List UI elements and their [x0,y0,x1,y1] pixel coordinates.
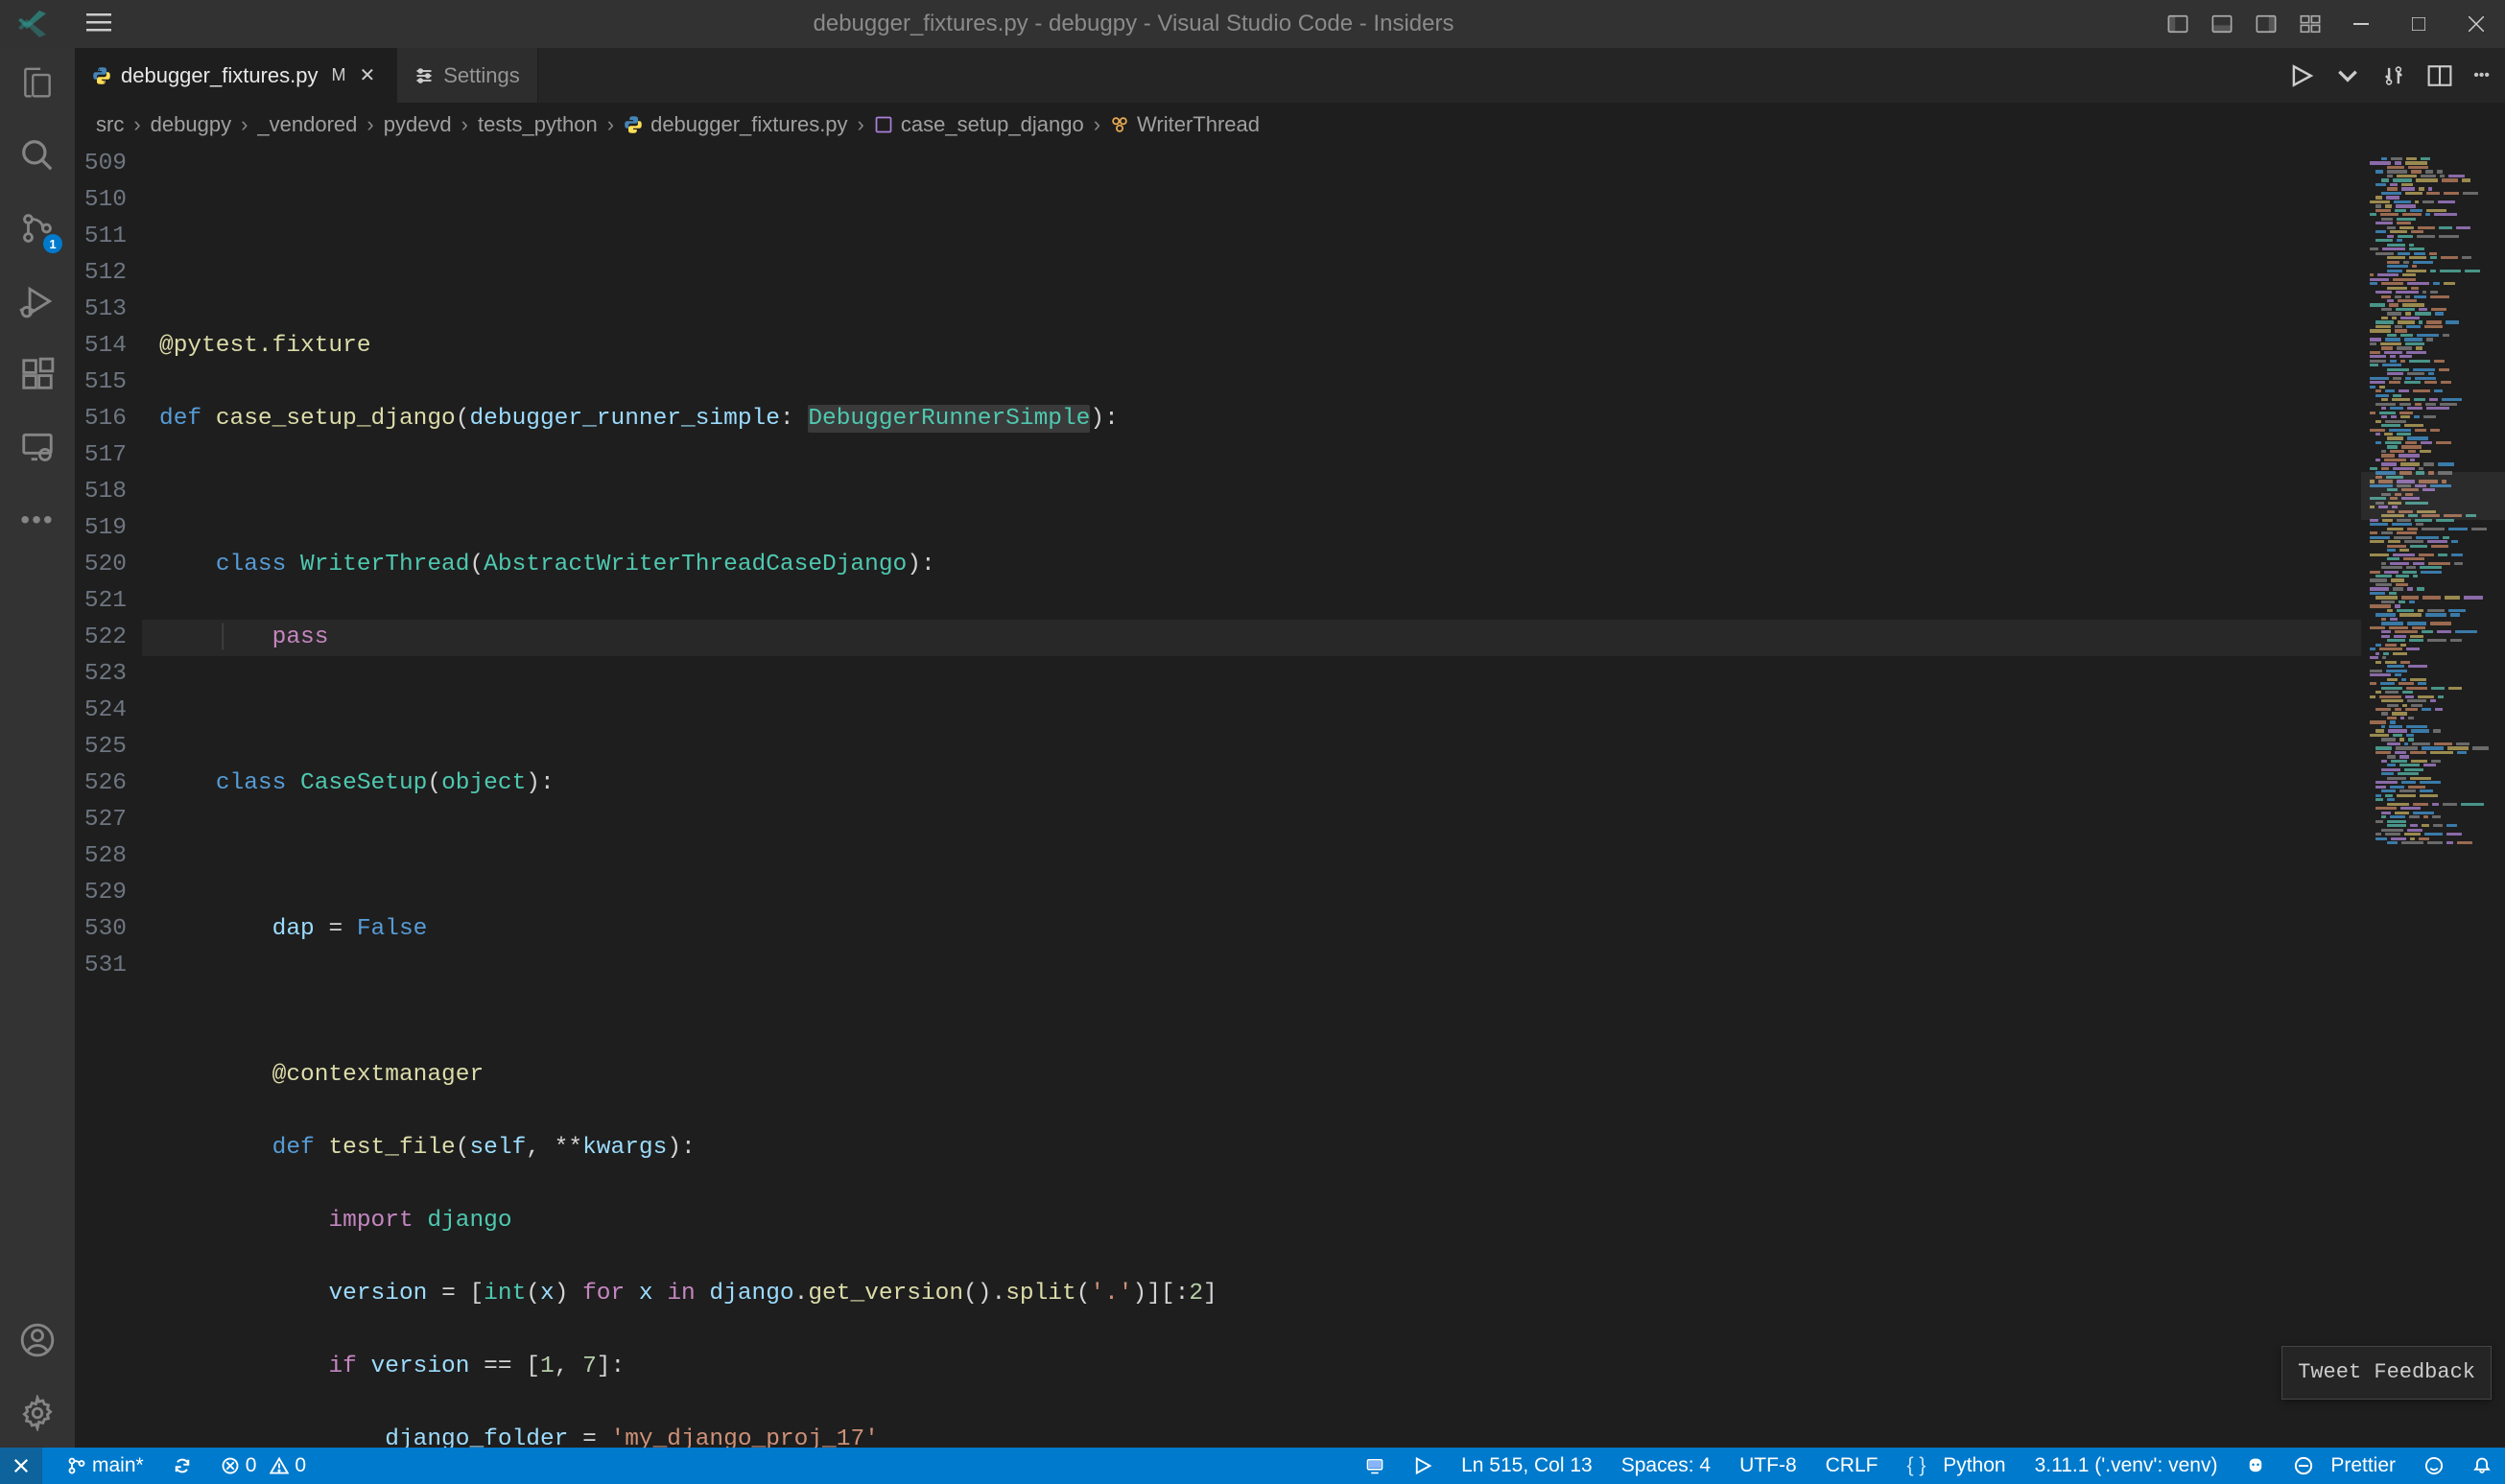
menu-icon[interactable] [86,9,111,39]
crumb-function: case_setup_django [874,112,1084,137]
crumb-file: debugger_fixtures.py [624,112,847,137]
notifications-icon[interactable] [2469,1456,2495,1475]
crumb-class: WriterThread [1110,112,1260,137]
status-run-icon[interactable] [1409,1456,1436,1475]
split-editor-icon[interactable] [2427,63,2452,88]
title-bar-right [2156,0,2505,48]
activity-top-group: 1 ••• [0,61,75,541]
eol[interactable]: CRLF [1822,1454,1882,1477]
feedback-icon[interactable] [2421,1456,2447,1475]
tab-label: debugger_fixtures.py [121,63,318,88]
breadcrumb-sep-icon: › [133,112,140,137]
more-actions-icon[interactable]: ••• [2473,67,2490,84]
activity-bottom-group [0,1319,75,1434]
scm-badge: 1 [43,234,62,253]
activity-bar: 1 ••• [0,48,75,1448]
more-views-icon[interactable]: ••• [16,499,59,541]
title-bar: debugger_fixtures.py - debugpy - Visual … [0,0,2505,48]
panel-bottom-icon[interactable] [2200,0,2244,48]
prettier-status[interactable]: Prettier [2290,1454,2399,1477]
main-area: 1 ••• [0,48,2505,1448]
maximize-button[interactable] [2390,0,2447,48]
minimap[interactable] [2361,146,2505,1448]
crumb-pydevd: pydevd [384,112,452,137]
line-gutter: 5095105115125135145155165175185195205215… [75,146,142,1448]
python-symbol-icon [624,115,643,134]
crumb-debugpy: debugpy [151,112,231,137]
crumb-tests: tests_python [478,112,598,137]
status-bar: main* 0 0 Ln 515, Col 13 Spaces: 4 UTF-8… [0,1448,2505,1484]
editor-area: debugger_fixtures.py M ✕ Settings ••• [75,48,2505,1448]
crumb-src: src [96,112,124,137]
status-right: Ln 515, Col 13 Spaces: 4 UTF-8 CRLF { } … [1361,1454,2495,1477]
explorer-icon[interactable] [16,61,59,104]
status-left: main* 0 0 [10,1448,310,1484]
run-dropdown-icon[interactable] [2335,63,2360,88]
run-file-button[interactable] [2289,63,2314,88]
class-symbol-icon [1110,115,1129,134]
tab-debugger-fixtures[interactable]: debugger_fixtures.py M ✕ [75,48,397,103]
layout-grid-icon[interactable] [2288,0,2332,48]
problems-indicator[interactable]: 0 0 [217,1454,310,1477]
branch-indicator[interactable]: main* [63,1454,148,1477]
settings-gear-icon[interactable] [16,1392,59,1434]
breadcrumbs[interactable]: src › debugpy › _vendored › pydevd › tes… [75,104,2505,146]
compare-changes-icon[interactable] [2381,63,2406,88]
minimize-button[interactable] [2332,0,2390,48]
minimap-slider[interactable] [2361,472,2505,520]
run-debug-icon[interactable] [16,280,59,322]
panel-left-icon[interactable] [2156,0,2200,48]
code-content[interactable]: @pytest.fixture def case_setup_django(de… [142,146,2361,1448]
settings-list-icon [414,66,434,85]
search-icon[interactable] [16,134,59,177]
language-mode[interactable]: { } Python [1902,1454,2009,1477]
cursor-position[interactable]: Ln 515, Col 13 [1457,1454,1596,1477]
tab-label: Settings [443,63,520,88]
crumb-vendored: _vendored [257,112,357,137]
encoding[interactable]: UTF-8 [1736,1454,1801,1477]
remote-explorer-icon[interactable] [16,426,59,468]
tab-settings[interactable]: Settings [397,48,538,103]
minimap-content [2369,157,2501,1448]
tab-close-icon[interactable]: ✕ [355,59,379,91]
app-root: debugger_fixtures.py - debugpy - Visual … [0,0,2505,1484]
python-file-icon [92,66,111,85]
function-symbol-icon [874,115,893,134]
window-title: debugger_fixtures.py - debugpy - Visual … [111,11,2156,37]
title-bar-left [17,9,111,39]
panel-right-icon[interactable] [2244,0,2288,48]
tab-modified-indicator: M [331,65,345,85]
code-editor[interactable]: 5095105115125135145155165175185195205215… [75,146,2505,1448]
indentation[interactable]: Spaces: 4 [1618,1454,1714,1477]
close-button[interactable] [2447,0,2505,48]
vscode-logo-icon [17,9,48,39]
source-control-icon[interactable]: 1 [16,207,59,249]
status-vm-icon[interactable] [1361,1456,1388,1475]
remote-indicator[interactable] [0,1448,42,1484]
editor-actions: ••• [2289,48,2505,103]
copilot-icon[interactable] [2242,1456,2269,1475]
editor-tabs: debugger_fixtures.py M ✕ Settings ••• [75,48,2505,104]
tweet-feedback-tooltip: Tweet Feedback [2281,1346,2492,1400]
python-interpreter[interactable]: 3.11.1 ('.venv': venv) [2031,1454,2222,1477]
sync-button[interactable] [169,1456,196,1475]
account-icon[interactable] [16,1319,59,1361]
extensions-icon[interactable] [16,353,59,395]
